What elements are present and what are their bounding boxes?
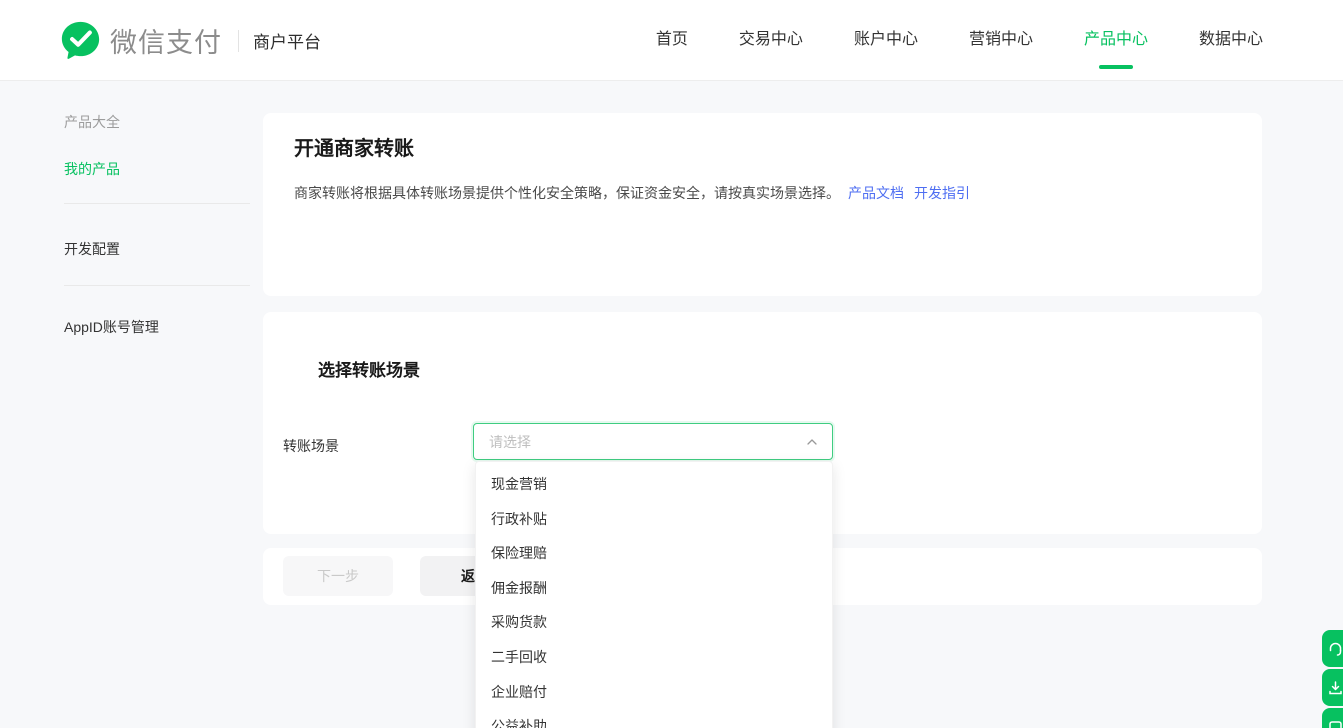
brand-separator	[238, 30, 239, 52]
transfer-scene-select[interactable]: 请选择	[473, 423, 833, 460]
dropdown-option[interactable]: 公益补助	[476, 709, 832, 728]
description-text: 商家转账将根据具体转账场景提供个性化安全策略，保证资金安全，请按真实场景选择。	[294, 185, 840, 201]
sidebar-item-appid-management[interactable]: AppID账号管理	[64, 317, 159, 337]
next-step-button[interactable]: 下一步	[283, 556, 393, 596]
dev-guide-link[interactable]: 开发指引	[914, 185, 970, 201]
dropdown-option[interactable]: 企业赔付	[476, 675, 832, 710]
page: 微信支付 商户平台 首页 交易中心 账户中心 营销中心 产品中心 数据中心 产品…	[0, 0, 1343, 728]
top-nav: 首页 交易中心 账户中心 营销中心 产品中心 数据中心	[656, 0, 1263, 80]
floating-button-stack	[1322, 630, 1343, 728]
brand-name: 微信支付	[110, 21, 222, 60]
nav-item[interactable]: 账户中心	[854, 0, 918, 80]
sidebar-item-my-products[interactable]: 我的产品	[64, 159, 120, 179]
dropdown-option[interactable]: 采购货款	[476, 605, 832, 640]
float-button-chat[interactable]	[1322, 708, 1343, 728]
headset-icon	[1327, 640, 1343, 657]
sidebar-divider	[64, 203, 250, 204]
dropdown-option[interactable]: 保险理赔	[476, 536, 832, 571]
intro-card: 开通商家转账 商家转账将根据具体转账场景提供个性化安全策略，保证资金安全，请按真…	[263, 113, 1262, 296]
dropdown-option[interactable]: 行政补贴	[476, 502, 832, 537]
sidebar-item-dev-config[interactable]: 开发配置	[64, 239, 120, 259]
page-title: 开通商家转账	[294, 132, 414, 161]
sidebar-item-product-catalog[interactable]: 产品大全	[64, 112, 120, 132]
nav-item[interactable]: 营销中心	[969, 0, 1033, 80]
float-button-feedback[interactable]	[1322, 669, 1343, 706]
select-placeholder: 请选择	[489, 432, 805, 452]
chat-bubble-icon	[1327, 718, 1343, 728]
dropdown-option[interactable]: 现金营销	[476, 467, 832, 502]
float-button-service[interactable]	[1322, 630, 1343, 667]
page-description: 商家转账将根据具体转账场景提供个性化安全策略，保证资金安全，请按真实场景选择。产…	[294, 183, 970, 203]
transfer-scene-label: 转账场景	[283, 436, 339, 456]
form-heading: 选择转账场景	[318, 356, 420, 381]
sidebar-divider	[64, 285, 250, 286]
brand[interactable]: 微信支付 商户平台	[60, 20, 321, 61]
nav-item[interactable]: 交易中心	[739, 0, 803, 80]
nav-item[interactable]: 产品中心	[1084, 0, 1148, 80]
header: 微信支付 商户平台 首页 交易中心 账户中心 营销中心 产品中心 数据中心	[0, 0, 1343, 81]
wechat-pay-logo-icon	[60, 20, 101, 61]
dropdown-option[interactable]: 佣金报酬	[476, 571, 832, 606]
product-doc-link[interactable]: 产品文档	[848, 185, 904, 201]
transfer-scene-dropdown: 现金营销 行政补贴 保险理赔 佣金报酬 采购货款 二手回收 企业赔付 公益补助	[475, 461, 833, 728]
nav-item[interactable]: 首页	[656, 0, 688, 80]
feedback-download-icon	[1327, 679, 1343, 696]
chevron-up-icon	[805, 435, 819, 449]
dropdown-option[interactable]: 二手回收	[476, 640, 832, 675]
platform-name: 商户平台	[253, 28, 321, 53]
nav-item[interactable]: 数据中心	[1199, 0, 1263, 80]
